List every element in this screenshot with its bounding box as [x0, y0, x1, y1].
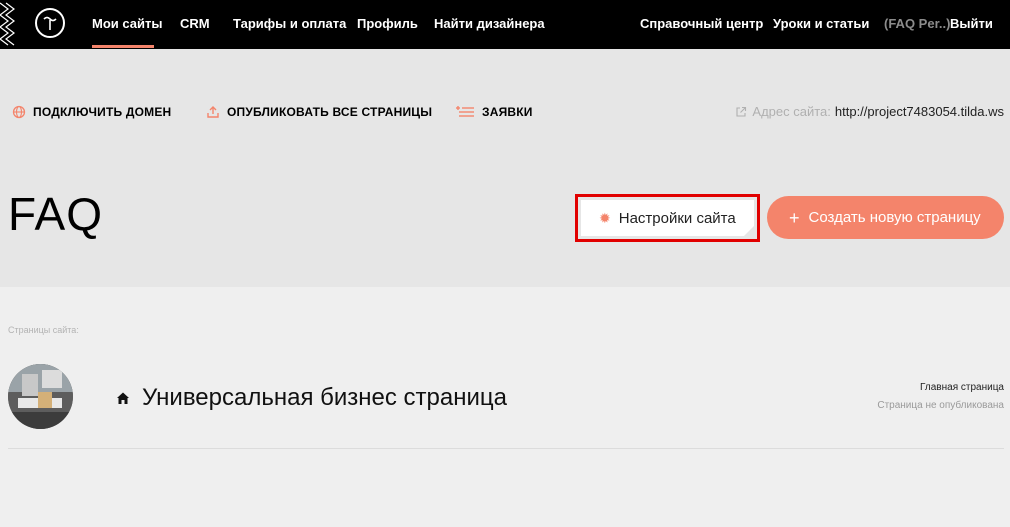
globe-icon	[12, 105, 26, 119]
site-settings-label: Настройки сайта	[618, 209, 736, 227]
account-name[interactable]: (FAQ Per..)	[884, 16, 950, 31]
gear-icon: ✹	[599, 209, 611, 226]
publish-all-label: ОПУБЛИКОВАТЬ ВСЕ СТРАНИЦЫ	[227, 105, 433, 119]
upload-icon	[207, 106, 219, 118]
project-title: FAQ	[8, 188, 104, 240]
active-tab-indicator	[92, 45, 154, 48]
top-navigation-bar: Мои сайты CRM Тарифы и оплата Профиль На…	[0, 0, 1010, 49]
page-main-label: Главная страница	[920, 382, 1004, 393]
connect-domain-button[interactable]: ПОДКЛЮЧИТЬ ДОМЕН	[12, 105, 171, 119]
page-status: Страница не опубликована	[877, 400, 1004, 411]
requests-label: ЗАЯВКИ	[482, 105, 533, 119]
tilda-logo-icon[interactable]	[35, 8, 65, 38]
requests-button[interactable]: ЗАЯВКИ	[455, 105, 533, 119]
site-address-label: Адрес сайта:	[752, 104, 831, 119]
site-address-link[interactable]: http://project7483054.tilda.ws	[835, 104, 1004, 119]
create-page-label: Создать новую страницу	[808, 209, 981, 226]
external-link-icon	[736, 106, 747, 117]
list-item[interactable]: Универсальная бизнес страница Главная ст…	[8, 364, 1004, 449]
site-settings-button[interactable]: ✹ Настройки сайта	[581, 200, 754, 236]
plus-icon: +	[789, 207, 800, 228]
site-address: Адрес сайта: http://project7483054.tilda…	[735, 104, 1004, 119]
connect-domain-label: ПОДКЛЮЧИТЬ ДОМЕН	[33, 105, 172, 119]
nav-profile[interactable]: Профиль	[357, 16, 418, 31]
list-plus-icon	[456, 106, 474, 117]
nav-lessons[interactable]: Уроки и статьи	[773, 16, 869, 31]
page-thumbnail[interactable]	[8, 364, 73, 429]
home-icon	[117, 392, 129, 404]
project-header	[0, 49, 1010, 287]
nav-help-center[interactable]: Справочный центр	[640, 16, 763, 31]
site-settings-highlight: ✹ Настройки сайта	[575, 194, 760, 242]
create-page-button[interactable]: + Создать новую страницу	[767, 196, 1004, 239]
nav-crm[interactable]: CRM	[180, 16, 210, 31]
page-title[interactable]: Универсальная бизнес страница	[142, 384, 507, 412]
folded-corner	[744, 226, 754, 236]
nav-tariffs[interactable]: Тарифы и оплата	[233, 16, 346, 31]
nav-find-designer[interactable]: Найти дизайнера	[434, 16, 545, 31]
nav-my-sites[interactable]: Мои сайты	[92, 16, 162, 31]
publish-all-button[interactable]: ОПУБЛИКОВАТЬ ВСЕ СТРАНИЦЫ	[206, 105, 432, 119]
pages-section-label: Страницы сайта:	[8, 325, 79, 335]
logout-link[interactable]: Выйти	[950, 16, 993, 31]
zigzag-decoration-icon	[0, 2, 15, 46]
